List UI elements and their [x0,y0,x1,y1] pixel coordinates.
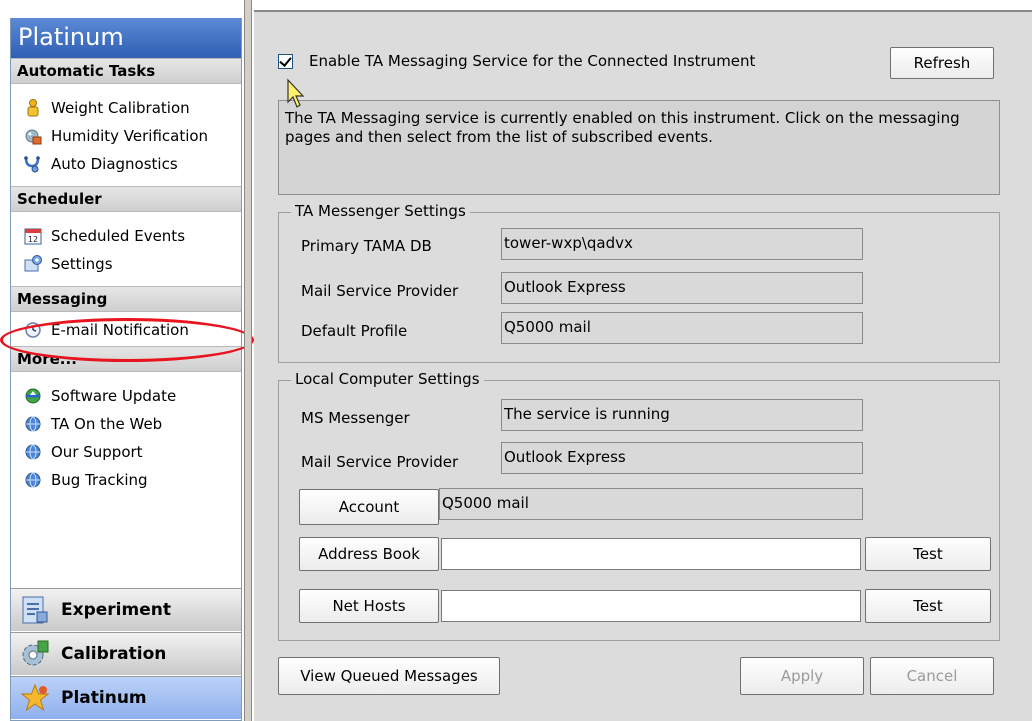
section-heading-scheduler[interactable]: Scheduler [11,186,241,212]
local-mail-provider-label: Mail Service Provider [301,453,459,471]
globe-icon [23,470,43,490]
local-computer-settings-group: Local Computer Settings MS Messenger The… [278,370,1000,641]
module-button-experiment[interactable]: Experiment [11,588,241,631]
section-heading-messaging[interactable]: Messaging [11,286,241,312]
calibration-icon [19,638,51,670]
globe-icon [23,442,43,462]
primary-db-label: Primary TAMA DB [301,237,432,255]
weight-icon [23,98,43,118]
sidebar-item-weight-calibration[interactable]: Weight Calibration [23,94,241,122]
account-button[interactable]: Account [299,489,439,525]
ta-messenger-settings-group: TA Messenger Settings Primary TAMA DB to… [278,202,1000,363]
clock-icon [23,320,43,340]
messaging-list: E-mail Notification [11,312,241,346]
stethoscope-icon [23,154,43,174]
account-value: Q5000 mail [439,488,863,520]
sidebar-title: Platinum [11,18,241,58]
sidebar-item-email-notification[interactable]: E-mail Notification [23,316,241,344]
sidebar-item-settings[interactable]: Settings [23,250,241,278]
sidebar-item-label: Settings [51,255,113,273]
apply-button[interactable]: Apply [740,657,864,695]
automatic-tasks-list: Weight Calibration Humidity Verification… [11,84,241,186]
sidebar-item-label: Auto Diagnostics [51,155,178,173]
enable-messaging-checkbox[interactable] [278,53,293,69]
module-label: Experiment [61,600,171,620]
sidebar-item-auto-diagnostics[interactable]: Auto Diagnostics [23,150,241,178]
more-list: Software Update TA On the Web Our Suppor… [11,372,241,500]
mail-provider-value: Outlook Express [501,272,863,304]
net-hosts-button[interactable]: Net Hosts [299,589,439,623]
default-profile-label: Default Profile [301,322,408,340]
ms-messenger-label: MS Messenger [301,409,410,427]
module-label: Calibration [61,644,167,664]
sidebar-item-label: Our Support [51,443,143,461]
sidebar-item-label: E-mail Notification [51,321,189,339]
svg-text:12: 12 [28,235,38,244]
cancel-button[interactable]: Cancel [870,657,994,695]
module-button-calibration[interactable]: Calibration [11,632,241,675]
ms-messenger-value: The service is running [501,399,863,431]
enable-messaging-row: Enable TA Messaging Service for the Conn… [278,52,755,70]
update-icon [23,386,43,406]
local-mail-provider-value: Outlook Express [501,442,863,474]
platinum-icon [19,682,51,714]
refresh-button[interactable]: Refresh [890,47,994,79]
settings-icon [23,254,43,274]
info-text-box: The TA Messaging service is currently en… [278,100,1000,195]
sidebar-item-our-support[interactable]: Our Support [23,438,241,466]
globe-icon [23,414,43,434]
sidebar-item-label: Bug Tracking [51,471,148,489]
humidity-icon [23,126,43,146]
view-queued-messages-button[interactable]: View Queued Messages [278,657,500,695]
module-button-platinum[interactable]: Platinum [11,676,241,719]
sidebar-item-software-update[interactable]: Software Update [23,382,241,410]
group-title: TA Messenger Settings [291,202,470,220]
splitter[interactable] [244,0,252,721]
group-title: Local Computer Settings [291,370,484,388]
enable-messaging-label: Enable TA Messaging Service for the Conn… [309,52,756,70]
sidebar-item-label: Humidity Verification [51,127,209,145]
section-heading-automatic-tasks[interactable]: Automatic Tasks [11,58,241,84]
address-book-button[interactable]: Address Book [299,537,439,571]
address-book-input[interactable] [441,538,861,570]
sidebar-item-label: Weight Calibration [51,99,190,117]
sidebar-item-label: TA On the Web [51,415,163,433]
default-profile-value: Q5000 mail [501,312,863,344]
calendar-icon: 12 [23,226,43,246]
main-panel: Enable TA Messaging Service for the Conn… [254,10,1032,721]
module-label: Platinum [61,688,147,708]
sidebar-item-bug-tracking[interactable]: Bug Tracking [23,466,241,494]
net-hosts-test-button[interactable]: Test [865,589,991,623]
sidebar: Platinum Automatic Tasks Weight Calibrat… [10,18,242,721]
scheduler-list: 12 Scheduled Events Settings [11,212,241,286]
net-hosts-input[interactable] [441,590,861,622]
sidebar-item-scheduled-events[interactable]: 12 Scheduled Events [23,222,241,250]
primary-db-value: tower-wxp\qadvx [501,228,863,260]
sidebar-item-humidity-verification[interactable]: Humidity Verification [23,122,241,150]
mail-provider-label: Mail Service Provider [301,282,459,300]
sidebar-item-label: Software Update [51,387,177,405]
experiment-icon [19,594,51,626]
section-heading-more[interactable]: More... [11,346,241,372]
sidebar-item-ta-on-the-web[interactable]: TA On the Web [23,410,241,438]
sidebar-item-label: Scheduled Events [51,227,186,245]
address-book-test-button[interactable]: Test [865,537,991,571]
